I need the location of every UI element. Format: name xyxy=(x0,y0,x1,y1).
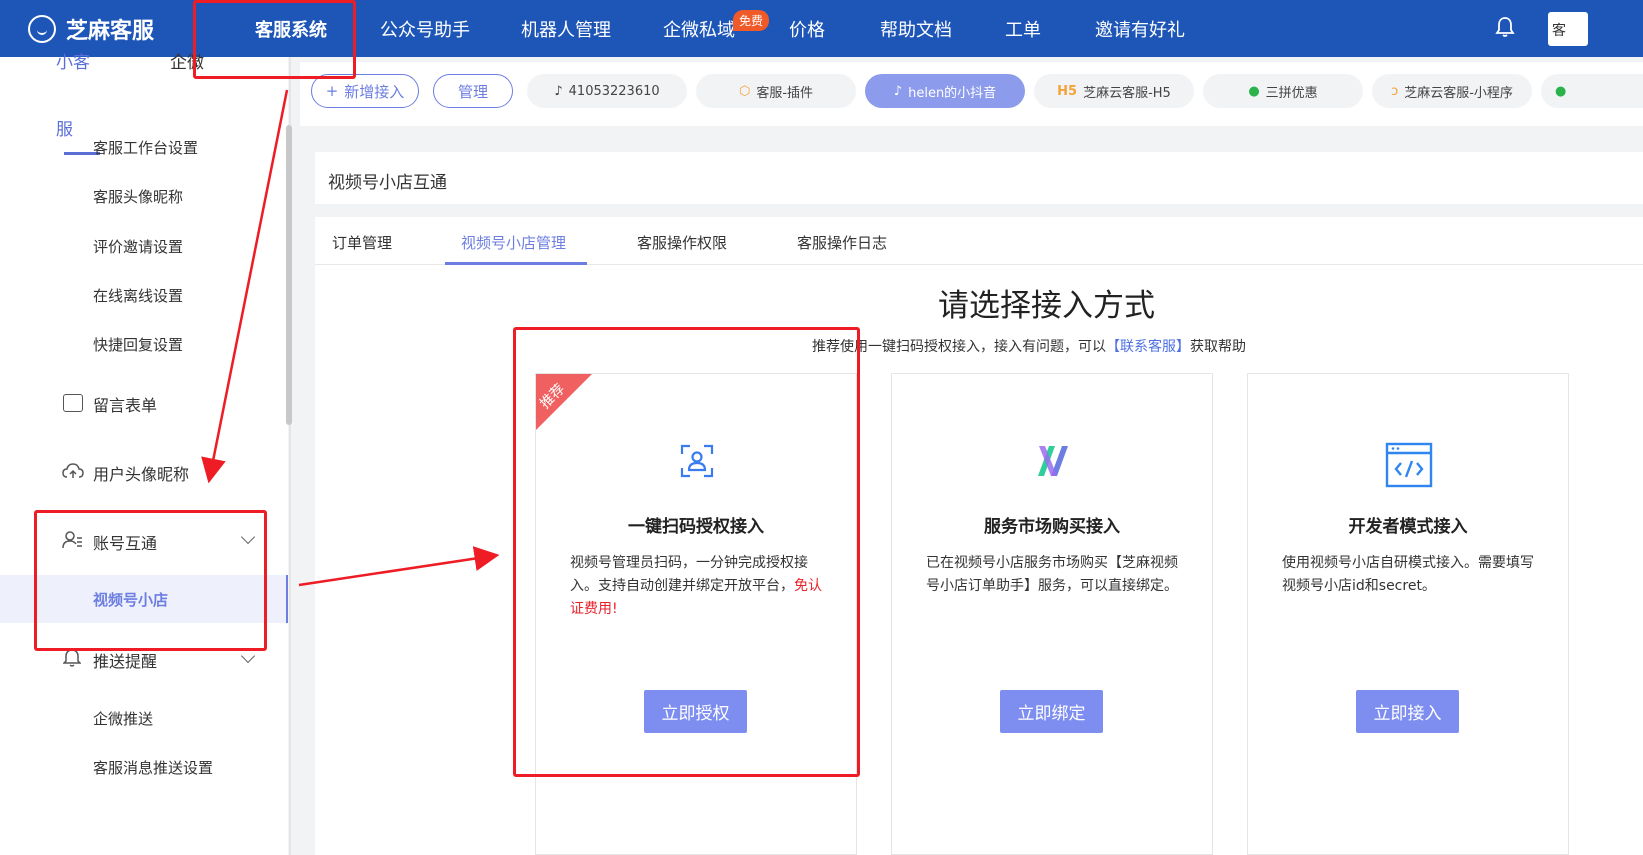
bell-icon xyxy=(63,649,81,667)
market-logo-icon xyxy=(1038,446,1068,476)
tab-agent-permissions[interactable]: 客服操作权限 xyxy=(637,232,727,253)
mini-program-icon: ↄ xyxy=(1391,83,1399,99)
sidebar-scrollbar[interactable] xyxy=(286,125,292,425)
section-subtitle: 推荐使用一键扫码授权接入，接入有问题，可以【联系客服】获取帮助 xyxy=(812,336,1246,356)
bell-icon[interactable] xyxy=(1495,16,1515,38)
subtitle-text: 获取帮助 xyxy=(1190,339,1246,355)
sidebar-item-online-offline[interactable]: 在线离线设置 xyxy=(93,285,183,306)
code-window-icon xyxy=(1385,442,1433,488)
nav-invite-rewards[interactable]: 邀请有好礼 xyxy=(1095,16,1185,42)
tab-video-shop-management[interactable]: 视频号小店管理 xyxy=(461,232,566,253)
sidebar-item-agent-avatar[interactable]: 客服头像昵称 xyxy=(93,186,183,207)
channel-pill-sanpin[interactable]: ● 三拼优惠 xyxy=(1203,74,1363,108)
add-channel-button[interactable]: + 新增接入 xyxy=(311,74,419,108)
sidebar-item-message-form[interactable]: 留言表单 xyxy=(93,392,157,416)
card-title: 开发者模式接入 xyxy=(1348,517,1468,537)
nav-pricing[interactable]: 价格 xyxy=(789,16,825,42)
channel-label: 客服-插件 xyxy=(756,85,814,101)
tiktok-icon: ♪ xyxy=(554,83,563,99)
channel-pill-h5[interactable]: H5 芝麻云客服-H5 xyxy=(1034,74,1194,108)
manage-button[interactable]: 管理 xyxy=(433,74,513,108)
sidebar xyxy=(0,57,288,855)
nav-official-account-assistant[interactable]: 公众号助手 xyxy=(380,16,470,42)
annotation-box-card xyxy=(513,327,860,777)
smile-logo-icon xyxy=(28,15,56,43)
contact-support-link[interactable]: 【联系客服】 xyxy=(1106,339,1190,355)
access-card-market: 服务市场购买接入 已在视频号小店服务市场购买【芝麻视频号小店订单助手】服务，可以… xyxy=(891,373,1213,855)
card-description: 已在视频号小店服务市场购买【芝麻视频号小店订单助手】服务，可以直接绑定。 xyxy=(926,555,1178,594)
sidebar-item-user-avatar[interactable]: 用户头像昵称 xyxy=(93,461,189,485)
sidebar-tab-xiaoke[interactable]: 小客 xyxy=(56,48,90,73)
channel-label: helen的小抖音 xyxy=(908,85,997,101)
tab-agent-operation-log[interactable]: 客服操作日志 xyxy=(797,232,887,253)
sidebar-item-rating-invite[interactable]: 评价邀请设置 xyxy=(93,236,183,257)
active-tab-indicator xyxy=(445,262,587,265)
annotation-box-sidebar xyxy=(34,510,267,651)
sidebar-item-wecom-push[interactable]: 企微推送 xyxy=(93,708,153,729)
annotation-box-nav xyxy=(193,0,356,79)
wechat-icon: ● xyxy=(1248,83,1260,99)
form-icon xyxy=(63,394,83,412)
free-badge: 免费 xyxy=(733,10,770,31)
add-channel-label: 新增接入 xyxy=(344,82,405,101)
sidebar-item-message-push-settings[interactable]: 客服消息推送设置 xyxy=(93,757,213,778)
connect-now-button[interactable]: 立即接入 xyxy=(1356,690,1459,733)
channel-label: 41053223610 xyxy=(568,83,660,99)
h5-icon: H5 xyxy=(1057,83,1078,99)
channel-pill-douyin-account[interactable]: ♪ 41053223610 xyxy=(527,74,687,108)
brand-logo[interactable]: 芝麻客服 xyxy=(28,13,154,45)
sidebar-tab-service[interactable]: 服 xyxy=(56,115,73,140)
channel-label: 芝麻云客服-小程序 xyxy=(1404,85,1513,101)
access-card-developer: 开发者模式接入 使用视频号小店自研模式接入。需要填写视频号小店id和secret… xyxy=(1247,373,1569,855)
channel-pill-more[interactable]: ● xyxy=(1541,74,1643,108)
tiktok-icon: ♪ xyxy=(893,83,903,99)
card-description: 使用视频号小店自研模式接入。需要填写视频号小店id和secret。 xyxy=(1282,555,1534,594)
sidebar-item-workbench-settings[interactable]: 客服工作台设置 xyxy=(93,137,198,158)
cube-icon: ⬡ xyxy=(738,83,751,99)
bind-now-button[interactable]: 立即绑定 xyxy=(1000,690,1103,733)
channel-label: 三拼优惠 xyxy=(1265,85,1318,101)
wechat-icon: ● xyxy=(1555,83,1567,99)
nav-wecom-private[interactable]: 企微私域 xyxy=(663,16,735,42)
nav-tickets[interactable]: 工单 xyxy=(1005,16,1041,42)
channel-label: 芝麻云客服-H5 xyxy=(1083,85,1171,101)
page-title: 视频号小店互通 xyxy=(315,152,1643,204)
tab-order-management[interactable]: 订单管理 xyxy=(332,232,392,253)
nav-help-docs[interactable]: 帮助文档 xyxy=(880,16,952,42)
sidebar-item-push-reminder[interactable]: 推送提醒 xyxy=(93,648,157,672)
channel-pill-helen-douyin[interactable]: ♪ helen的小抖音 xyxy=(865,74,1025,108)
sidebar-item-quick-reply[interactable]: 快捷回复设置 xyxy=(93,334,183,355)
user-menu-button[interactable]: 客 xyxy=(1548,12,1588,46)
channel-pill-mini-program[interactable]: ↄ 芝麻云客服-小程序 xyxy=(1372,74,1532,108)
channel-bar: + 新增接入 管理 ♪ 41053223610 ⬡ 客服-插件 ♪ helen的… xyxy=(300,62,1643,126)
plus-icon: + xyxy=(325,82,339,100)
card-title: 服务市场购买接入 xyxy=(984,517,1120,537)
brand-name: 芝麻客服 xyxy=(66,19,155,44)
channel-pill-plugin[interactable]: ⬡ 客服-插件 xyxy=(696,74,856,108)
cloud-upload-icon xyxy=(62,463,84,478)
section-title: 请选择接入方式 xyxy=(938,288,1155,324)
nav-robot-management[interactable]: 机器人管理 xyxy=(521,16,611,42)
